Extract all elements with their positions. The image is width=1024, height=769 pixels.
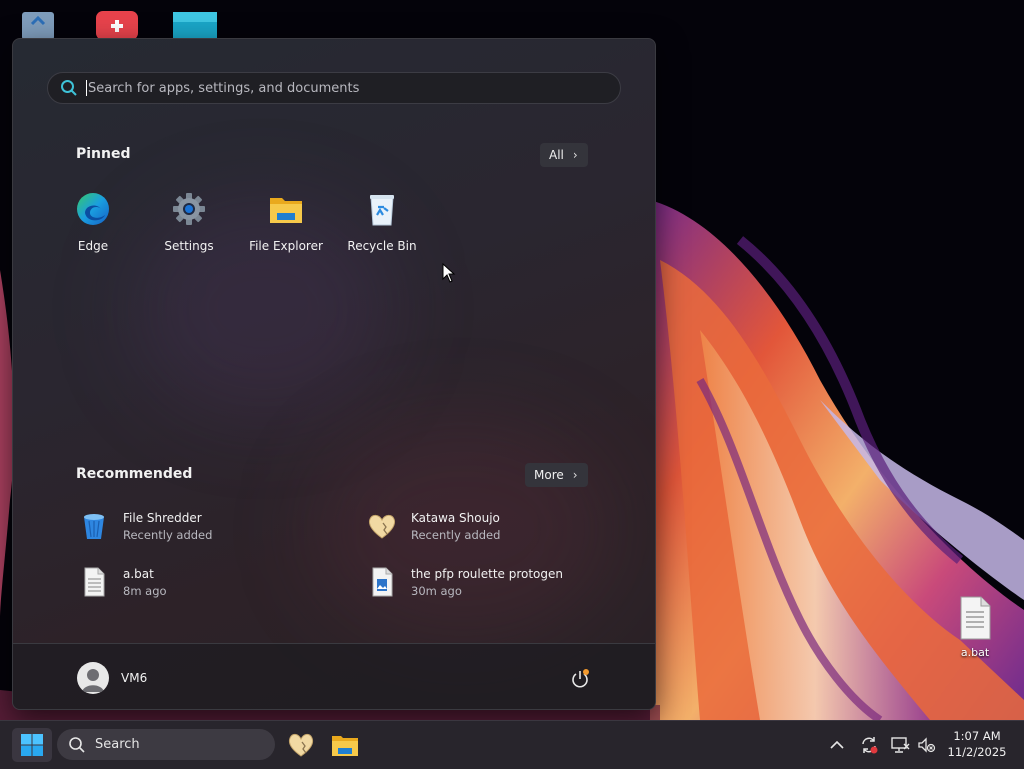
- image-file-icon: [372, 567, 393, 597]
- pinned-heading: Pinned: [76, 146, 131, 162]
- recommended-item-a-bat[interactable]: a.bat 8m ago: [79, 562, 167, 602]
- sync-icon: [862, 737, 878, 754]
- desktop-file-label: a.bat: [960, 646, 990, 659]
- taskbar-search-box[interactable]: Search: [57, 729, 275, 760]
- recommended-item-detail: 8m ago: [123, 583, 167, 598]
- shredder-icon: [84, 514, 104, 539]
- chevron-up-icon: [830, 740, 844, 749]
- recommended-item-detail: Recently added: [123, 527, 213, 542]
- pinned-app-label: Edge: [77, 239, 109, 253]
- more-button[interactable]: More ›: [525, 463, 588, 487]
- all-apps-label: All: [549, 148, 564, 162]
- folder-icon[interactable]: [331, 731, 359, 759]
- recommended-item-file-shredder[interactable]: File Shredder Recently added: [79, 506, 212, 546]
- pinned-app-recycle-bin[interactable]: Recycle Bin: [334, 191, 430, 253]
- all-apps-button[interactable]: All ›: [540, 143, 588, 167]
- recommended-heading: Recommended: [76, 466, 193, 482]
- show-hidden-icons-button[interactable]: [826, 734, 848, 756]
- pinned-app-label: Recycle Bin: [347, 239, 417, 253]
- desktop-file-a-bat[interactable]: a.bat: [952, 596, 998, 659]
- search-icon: [61, 80, 77, 96]
- edge-icon: [77, 193, 109, 225]
- recommended-item-name: File Shredder: [123, 510, 202, 525]
- more-label: More: [534, 468, 564, 482]
- recommended-item-katawa-shoujo[interactable]: Katawa Shoujo Recently added: [367, 506, 500, 546]
- chevron-right-icon: ›: [572, 148, 578, 162]
- heart-icon[interactable]: [287, 731, 315, 759]
- desktop-display-icon[interactable]: [173, 10, 217, 40]
- gear-icon: [173, 193, 205, 225]
- mouse-cursor-icon: [442, 263, 456, 283]
- start-menu-footer: VM6: [13, 643, 655, 709]
- network-tray-icon[interactable]: [889, 734, 911, 756]
- user-name: VM6: [121, 671, 148, 685]
- recommended-item-name: Katawa Shoujo: [411, 510, 500, 525]
- volume-tray-icon[interactable]: [915, 734, 937, 756]
- start-menu: Pinned All › Edge Settings: [12, 38, 656, 710]
- search-icon: [69, 736, 85, 753]
- user-account-button[interactable]: VM6: [77, 662, 147, 694]
- start-button[interactable]: [12, 728, 52, 762]
- folder-icon: [270, 198, 302, 223]
- power-icon[interactable]: [569, 668, 591, 690]
- taskbar-search-label: Search: [95, 737, 140, 752]
- recommended-item-name: a.bat: [123, 566, 154, 581]
- recommended-item-detail: Recently added: [411, 527, 501, 542]
- recycle-bin-icon: [370, 195, 394, 226]
- clock-date: 11/2/2025: [947, 745, 1007, 759]
- windows-logo-icon: [21, 734, 43, 756]
- avatar: [77, 662, 109, 694]
- heart-icon: [368, 514, 396, 539]
- pinned-app-label: Settings: [164, 239, 214, 253]
- desktop-app-icon[interactable]: [95, 8, 139, 40]
- chevron-right-icon: ›: [572, 468, 578, 482]
- desktop-recycle-bin-icon[interactable]: [18, 8, 62, 40]
- pinned-app-edge[interactable]: Edge: [45, 191, 141, 253]
- document-icon: [84, 567, 105, 597]
- start-search-box[interactable]: [47, 72, 621, 104]
- taskbar: Search 1:07 AM 11/2/2025: [0, 720, 1024, 769]
- recommended-item-detail: 30m ago: [411, 583, 462, 598]
- clock-time: 1:07 AM: [953, 729, 1001, 743]
- sync-tray-icon[interactable]: [858, 734, 880, 756]
- recommended-item-name: the pfp roulette protogen: [411, 566, 564, 581]
- taskbar-clock[interactable]: 1:07 AM 11/2/2025: [940, 728, 1014, 760]
- recommended-item-pfp-roulette-protogen[interactable]: the pfp roulette protogen 30m ago: [367, 562, 563, 602]
- network-monitor-icon: [891, 737, 910, 753]
- pinned-app-file-explorer[interactable]: File Explorer: [238, 191, 334, 253]
- pinned-app-label: File Explorer: [249, 239, 323, 253]
- document-icon: [960, 596, 991, 640]
- pinned-app-settings[interactable]: Settings: [141, 191, 237, 253]
- speaker-muted-icon: [918, 737, 936, 753]
- start-search-input[interactable]: [87, 79, 620, 97]
